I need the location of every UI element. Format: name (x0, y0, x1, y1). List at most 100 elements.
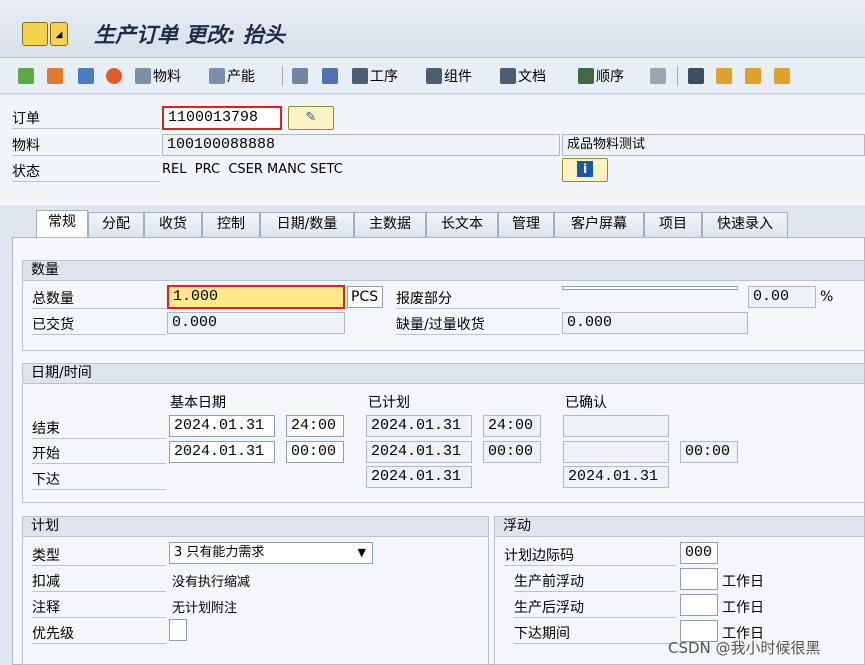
float-after-label: 生产后浮动 (514, 597, 676, 618)
float-group-title: 浮动 (495, 517, 864, 537)
release-confirmed-date: 2024.01.31 (563, 466, 669, 488)
dropdown-arrow-icon: ▼ (357, 546, 366, 559)
float-before-field[interactable] (680, 568, 718, 590)
edit-pencil-button[interactable]: ✎ (288, 106, 334, 130)
note-label: 注释 (32, 597, 166, 618)
dates-group-title: 日期/时间 (23, 364, 864, 384)
release-label: 下达 (32, 469, 166, 490)
operation-icon (352, 68, 368, 84)
start-confirmed-date (563, 441, 669, 463)
priority-label: 优先级 (32, 623, 166, 644)
page-title: 生产订单 更改: 抬头 (94, 23, 286, 47)
capacity-button[interactable]: 产能 (209, 65, 255, 87)
scheduled-header: 已计划 (368, 395, 410, 411)
tab-control[interactable]: 控制 (202, 212, 260, 237)
separator (282, 66, 283, 86)
material-icon (135, 68, 151, 84)
material-description: 成品物料测试 (562, 134, 865, 156)
float-after-unit: 工作日 (722, 600, 764, 616)
table-icon[interactable] (688, 65, 704, 87)
percent-sign: % (820, 289, 834, 305)
end-label: 结束 (32, 418, 166, 439)
delivered-field: 0.000 (167, 312, 345, 334)
tree-icon[interactable] (716, 65, 732, 87)
tab-master-data[interactable]: 主数据 (354, 212, 426, 237)
planning-group-title: 计划 (23, 517, 488, 537)
edit-icon[interactable] (47, 65, 63, 87)
material-label: 物料 (12, 135, 160, 156)
document-button[interactable]: 文档 (500, 65, 546, 87)
tab-customer-screen[interactable]: 客户屏幕 (554, 212, 644, 237)
start-scheduled-date: 2024.01.31 (366, 441, 472, 463)
total-quantity-label: 总数量 (32, 288, 166, 309)
basic-dates-header: 基本日期 (170, 395, 226, 411)
sequence-button[interactable]: 顺序 (578, 65, 624, 87)
start-basic-date[interactable]: 2024.01.31 (169, 441, 275, 463)
lifebuoy-icon[interactable] (106, 65, 122, 87)
float-before-label: 生产前浮动 (514, 571, 676, 592)
sort-icon[interactable] (745, 65, 761, 87)
short-over-label: 缺量/过量收货 (396, 314, 560, 335)
operation-button[interactable]: 工序 (352, 65, 398, 87)
release-scheduled-date: 2024.01.31 (366, 466, 472, 488)
end-confirmed-date (563, 415, 669, 437)
hierarchy-icon[interactable] (292, 65, 308, 87)
grid-icon[interactable] (774, 65, 790, 87)
component-button[interactable]: 组件 (426, 65, 472, 87)
order-number-field[interactable]: 1100013798 (162, 106, 282, 130)
material-button[interactable]: 物料 (135, 65, 181, 87)
quantity-group-title: 数量 (23, 261, 864, 281)
status-label: 状态 (12, 161, 160, 182)
tab-goods-receipt[interactable]: 收货 (144, 212, 202, 237)
type-label: 类型 (32, 545, 166, 566)
float-after-field[interactable] (680, 594, 718, 616)
document-icon (500, 68, 516, 84)
order-label: 订单 (12, 108, 160, 129)
sequence-icon (578, 68, 594, 84)
reduction-label: 扣减 (32, 571, 166, 592)
tab-quick-entry[interactable]: 快速录入 (702, 212, 788, 237)
tab-long-text[interactable]: 长文本 (426, 212, 498, 237)
separator (677, 66, 678, 86)
menu-dropdown-icon[interactable]: ◢ (50, 22, 68, 46)
tab-general[interactable]: 常规 (36, 210, 88, 238)
float-before-unit: 工作日 (722, 574, 764, 590)
reduction-value: 没有执行缩减 (172, 575, 251, 590)
scrap-percent-field: 0.00 (748, 286, 816, 308)
tab-assignment[interactable]: 分配 (88, 212, 144, 237)
end-basic-time[interactable]: 24:00 (286, 415, 344, 437)
tab-project[interactable]: 项目 (644, 212, 702, 237)
capacity-icon (209, 68, 225, 84)
start-scheduled-time: 00:00 (483, 441, 541, 463)
unit-field[interactable]: PCS (347, 286, 383, 308)
priority-field[interactable] (169, 619, 187, 641)
end-basic-date[interactable]: 2024.01.31 (169, 415, 275, 437)
start-basic-time[interactable]: 00:00 (286, 441, 344, 463)
start-confirmed-time: 00:00 (680, 441, 738, 463)
type-dropdown[interactable]: 3 只有能力需求 ▼ (169, 542, 373, 564)
scrap-field[interactable] (562, 286, 738, 290)
tab-administration[interactable]: 管理 (498, 212, 554, 237)
component-icon (426, 68, 442, 84)
sched-margin-label: 计划边际码 (504, 545, 676, 566)
start-label: 开始 (32, 443, 166, 464)
status-info-button[interactable]: i (562, 158, 608, 182)
scrap-label: 报废部分 (396, 288, 560, 309)
end-scheduled-date: 2024.01.31 (366, 415, 472, 437)
confirmed-header: 已确认 (565, 395, 607, 411)
note-value: 无计划附注 (172, 601, 238, 616)
stack-icon[interactable] (322, 65, 338, 87)
watermark: CSDN @我小时候很黑 (668, 639, 821, 657)
pencil-icon: ✎ (305, 110, 317, 125)
release-period-label: 下达期间 (514, 623, 676, 644)
delivered-label: 已交货 (32, 314, 166, 335)
sap-menu-icon[interactable] (22, 22, 48, 46)
total-quantity-field[interactable]: 1.000 (167, 285, 345, 309)
cube-icon[interactable] (650, 65, 666, 87)
short-over-field: 0.000 (562, 312, 748, 334)
sched-margin-field[interactable]: 000 (680, 542, 718, 564)
material-number-field[interactable]: 100100088888 (162, 134, 560, 156)
calculator-icon[interactable] (78, 65, 94, 87)
tab-dates-quantities[interactable]: 日期/数量 (260, 212, 354, 237)
flag-icon[interactable] (18, 65, 34, 87)
